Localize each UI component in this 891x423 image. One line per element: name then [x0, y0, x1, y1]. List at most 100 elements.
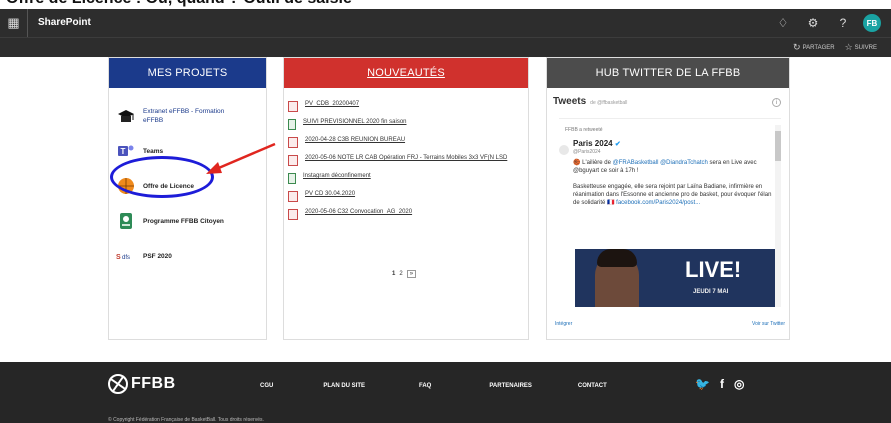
- retweet-note: FFBB a retweeté: [565, 127, 603, 133]
- footer-link-contact[interactable]: CONTACT: [578, 383, 607, 389]
- pdf-file-icon: [288, 101, 298, 112]
- footer-link-cgu[interactable]: CGU: [260, 383, 273, 389]
- annotation-arrow: [206, 142, 276, 174]
- tweet-text: 🏀 L'ailière de: [573, 160, 613, 166]
- page-caption: Offre de Licence : Où, quand ? Outil de …: [0, 0, 891, 9]
- pdf-file-icon: [288, 137, 298, 148]
- notifications-icon[interactable]: ♢: [773, 13, 793, 33]
- timeline-footer: Intégrer Voir sur Twitter: [555, 321, 785, 327]
- svg-text:S: S: [116, 254, 121, 261]
- avatar[interactable]: FB: [863, 14, 881, 32]
- document-file-icon: [288, 119, 296, 130]
- next-page-button[interactable]: »: [406, 270, 417, 278]
- citizen-badge-icon: [115, 212, 137, 230]
- tweet-paragraph: Basketteuse engagée, elle sera rejoint p…: [573, 183, 773, 207]
- caption-text: Offre de Licence : Où, quand ? Outil de …: [6, 0, 352, 8]
- tweet-card[interactable]: FFBB a retweeté Paris 2024 ✔ @Paris2024 …: [559, 118, 781, 308]
- pdf-file-icon: [288, 191, 298, 202]
- app-title[interactable]: SharePoint: [38, 17, 91, 28]
- tweet-body: 🏀 L'ailière de @FRABasketball @DiandraTc…: [573, 159, 773, 215]
- media-live-text: LIVE!: [685, 257, 742, 282]
- share-icon: ↻: [793, 42, 801, 52]
- app-launcher-icon[interactable]: ▦: [0, 9, 28, 37]
- mention-link[interactable]: @FRABasketball: [613, 160, 659, 166]
- svg-text:T: T: [121, 147, 126, 156]
- news-item[interactable]: 2020-05-06 C32 Convocation_AG_2020: [288, 208, 528, 220]
- news-item[interactable]: PV CD 30.04.2020: [288, 190, 528, 202]
- footer-link-faq[interactable]: FAQ: [419, 383, 431, 389]
- ffbb-logo[interactable]: FFBB: [108, 374, 176, 394]
- tweet-media-image[interactable]: LIVE! JEUDI 7 MAI: [575, 249, 775, 307]
- pdf-file-icon: [288, 155, 298, 166]
- tweet-url-link[interactable]: facebook.com/Paris2024/post...: [616, 200, 700, 206]
- news-link[interactable]: 2020-04-28 C3B REUNION BUREAU: [305, 136, 520, 145]
- mention-link[interactable]: @DiandraTchatch: [660, 160, 708, 166]
- timeline-by[interactable]: de @ffbasketball: [590, 100, 627, 106]
- follow-button[interactable]: ☆ SUIVRE: [845, 42, 877, 53]
- star-icon: ☆: [844, 42, 853, 52]
- settings-gear-icon[interactable]: ⚙: [803, 13, 823, 33]
- pagination: 1 2 »: [392, 270, 417, 278]
- psf-logo-icon: Sdfs: [115, 247, 137, 265]
- news-panel: NOUVEAUTÉS PV_CDB_20200407 SUIVI PREVISI…: [283, 57, 529, 340]
- share-label: PARTAGER: [802, 44, 835, 51]
- project-item-psf[interactable]: Sdfs PSF 2020: [115, 242, 266, 270]
- news-link[interactable]: SUIVI PREVISIONNEL 2020 fin saison: [303, 118, 518, 127]
- timeline-heading: Tweets de @ffbasketball: [553, 96, 627, 107]
- media-date-text: JEUDI 7 MAI: [693, 289, 729, 295]
- twitter-panel: HUB TWITTER DE LA FFBB Tweets de @ffbask…: [546, 57, 790, 340]
- embed-link[interactable]: Intégrer: [555, 321, 572, 327]
- page-link[interactable]: 2: [399, 271, 402, 277]
- projects-header: MES PROJETS: [109, 58, 266, 88]
- tweet-author[interactable]: Paris 2024 ✔: [573, 139, 621, 148]
- view-on-twitter-link[interactable]: Voir sur Twitter: [752, 321, 785, 327]
- footer-link-partners[interactable]: PARTENAIRES: [489, 383, 532, 389]
- twitter-header: HUB TWITTER DE LA FFBB: [547, 58, 789, 88]
- tweet-scrollbar[interactable]: [775, 125, 781, 307]
- news-link[interactable]: 2020-05-06 C32 Convocation_AG_2020: [305, 208, 520, 217]
- verified-badge-icon: ✔: [614, 141, 621, 148]
- news-link[interactable]: PV CD 30.04.2020: [305, 190, 520, 199]
- person-hair: [597, 249, 637, 267]
- project-label: Extranet eFFBB - Formation eFFBB: [143, 108, 225, 124]
- document-file-icon: [288, 173, 296, 184]
- command-actions: ↻ PARTAGER ☆ SUIVRE: [793, 42, 877, 53]
- news-header[interactable]: NOUVEAUTÉS: [284, 58, 528, 88]
- copyright-text: © Copyright Fédération Française de Bask…: [108, 417, 264, 423]
- svg-text:dfs: dfs: [122, 255, 130, 261]
- info-icon[interactable]: i: [772, 98, 781, 107]
- project-item-citoyen[interactable]: Programme FFBB Citoyen: [115, 207, 266, 235]
- basketball-logo-icon: [108, 374, 128, 394]
- news-item[interactable]: SUIVI PREVISIONNEL 2020 fin saison: [288, 118, 528, 130]
- news-link[interactable]: Instagram déconfinement: [303, 172, 518, 181]
- news-item[interactable]: Instagram déconfinement: [288, 172, 528, 184]
- social-links: 🐦 f ◎: [695, 377, 744, 391]
- instagram-icon[interactable]: ◎: [734, 377, 744, 391]
- share-button[interactable]: ↻ PARTAGER: [793, 42, 835, 53]
- news-item[interactable]: PV_CDB_20200407: [288, 100, 528, 112]
- tweet-paragraph: 🏀 L'ailière de @FRABasketball @DiandraTc…: [573, 159, 773, 175]
- project-label: Programme FFBB Citoyen: [143, 217, 224, 225]
- command-bar: ↻ PARTAGER ☆ SUIVRE: [0, 37, 891, 57]
- news-list: PV_CDB_20200407 SUIVI PREVISIONNEL 2020 …: [284, 88, 528, 220]
- footer-links: CGU PLAN DU SITE FAQ PARTENAIRES CONTACT: [260, 383, 607, 389]
- twitter-icon[interactable]: 🐦: [695, 377, 710, 391]
- news-item[interactable]: 2020-05-06 NOTE LR CAB Opération FRJ - T…: [288, 154, 528, 166]
- help-icon[interactable]: ?: [833, 13, 853, 33]
- projects-panel: MES PROJETS Extranet eFFBB - Formation e…: [108, 57, 267, 340]
- footer-link-sitemap[interactable]: PLAN DU SITE: [323, 383, 365, 389]
- page-current: 1: [392, 271, 396, 277]
- news-link[interactable]: PV_CDB_20200407: [305, 100, 520, 109]
- pdf-file-icon: [288, 209, 298, 220]
- tweet-avatar[interactable]: [559, 145, 569, 155]
- suite-bar: ▦ SharePoint ♢ ⚙ ? FB: [0, 9, 891, 37]
- teams-icon: T: [115, 142, 137, 160]
- news-link[interactable]: 2020-05-06 NOTE LR CAB Opération FRJ - T…: [305, 154, 520, 163]
- news-item[interactable]: 2020-04-28 C3B REUNION BUREAU: [288, 136, 528, 148]
- facebook-icon[interactable]: f: [720, 377, 724, 391]
- tweet-handle[interactable]: @Paris2024: [573, 149, 601, 155]
- project-label: PSF 2020: [143, 252, 172, 260]
- suite-icons: ♢ ⚙ ? FB: [773, 13, 881, 33]
- scrollbar-thumb[interactable]: [775, 131, 781, 161]
- project-item-extranet[interactable]: Extranet eFFBB - Formation eFFBB: [115, 102, 266, 130]
